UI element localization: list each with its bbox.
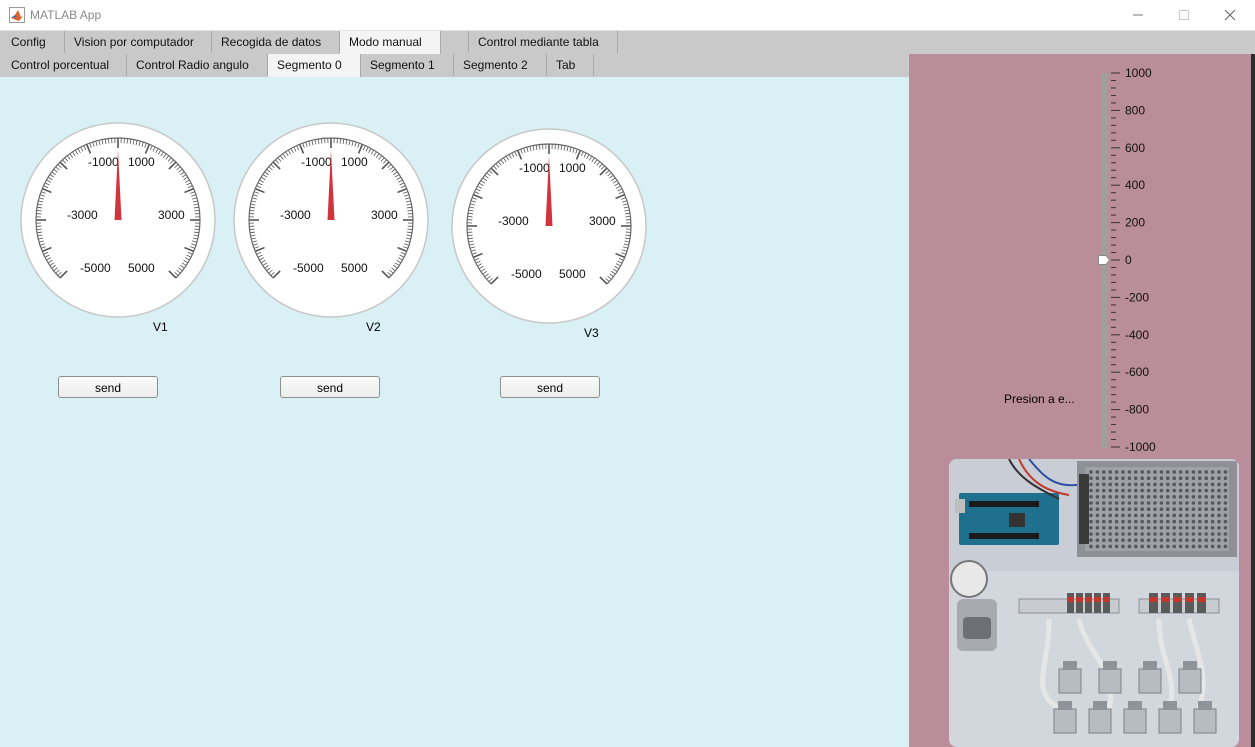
tab-label: Modo manual xyxy=(349,35,422,49)
slider-tick-label: 400 xyxy=(1125,178,1145,192)
slider-tick-label: -1000 xyxy=(1125,440,1156,454)
tab-control-porcentual[interactable]: Control porcentual xyxy=(2,54,127,76)
tab-label: Segmento 2 xyxy=(463,58,528,72)
gauge-v2: -5000 -3000 -1000 1000 3000 5000 xyxy=(231,120,431,320)
tab-config[interactable]: Config xyxy=(2,31,65,53)
tab-label: Control mediante tabla xyxy=(478,35,599,49)
slider-tick-label: 600 xyxy=(1125,141,1145,155)
gauge-tick-label: -1000 xyxy=(519,161,550,175)
close-button[interactable] xyxy=(1207,0,1253,30)
maximize-button[interactable] xyxy=(1161,0,1207,30)
tab-tab[interactable]: Tab xyxy=(547,54,594,76)
gauge-v1: -5000 -3000 -1000 1000 3000 5000 xyxy=(18,120,218,320)
send-button-v2[interactable]: send xyxy=(280,376,380,398)
gauge-tick-label: -5000 xyxy=(80,261,111,275)
gauge-dial: -5000 -3000 -1000 1000 3000 5000 xyxy=(233,122,429,318)
tab-vision-por-computador[interactable]: Vision por computador xyxy=(65,31,212,53)
slider-tick-label: -200 xyxy=(1125,290,1149,304)
tab-label: Recogida de datos xyxy=(221,35,322,49)
gauge-dial: -5000 -3000 -1000 1000 3000 5000 xyxy=(451,128,647,324)
gauge-tick-label: 5000 xyxy=(559,267,586,281)
tab-recogida-de-datos[interactable]: Recogida de datos xyxy=(212,31,340,53)
gauge-tick-label: 1000 xyxy=(559,161,586,175)
tab-segmento-2[interactable]: Segmento 2 xyxy=(454,54,547,76)
tab-label: Segmento 1 xyxy=(370,58,435,72)
board-photo-image xyxy=(949,459,1239,747)
gauge-tick-label: 1000 xyxy=(341,155,368,169)
tab-label: Vision por computador xyxy=(74,35,194,49)
minimize-button[interactable] xyxy=(1115,0,1161,30)
tab-segmento-0[interactable]: Segmento 0 xyxy=(268,54,361,77)
title-bar: MATLAB App xyxy=(0,0,1255,31)
gauge-tick-label: 3000 xyxy=(158,208,185,222)
gauge-dial: -5000 -3000 -1000 1000 3000 5000 xyxy=(20,122,216,318)
send-button-v3[interactable]: send xyxy=(500,376,600,398)
gauge-tick-label: -3000 xyxy=(280,208,311,222)
slider-tick-label: -400 xyxy=(1125,328,1149,342)
hardware-board-photo xyxy=(949,459,1239,747)
gauge-tick-label: -3000 xyxy=(498,214,529,228)
maximize-icon xyxy=(1179,10,1189,20)
matlab-logo-icon xyxy=(9,7,25,23)
tab-label: Segmento 0 xyxy=(277,58,342,72)
gauge-label-v2: V2 xyxy=(366,320,381,334)
gauge-tick-label: 1000 xyxy=(128,155,155,169)
gauge-tick-label: 5000 xyxy=(341,261,368,275)
tab-label: Config xyxy=(11,35,46,49)
gauge-tick-label: -1000 xyxy=(301,155,332,169)
tab-control-mediante-tabla[interactable]: Control mediante tabla xyxy=(469,31,618,53)
gauge-label-v3: V3 xyxy=(584,326,599,340)
slider-tick-label: 1000 xyxy=(1125,66,1152,80)
gauge-label-v1: V1 xyxy=(153,320,168,334)
tab-modo-manual[interactable]: Modo manual xyxy=(340,31,441,54)
pressure-slider-scale: 1000 800 600 400 200 0 -200 -400 -600 -800 -1000 xyxy=(1108,60,1168,460)
gauge-tick-label: -1000 xyxy=(88,155,119,169)
window-edge xyxy=(1251,54,1255,747)
slider-scale-svg: 1000 800 600 400 200 0 -200 -400 -600 -800 -1000 xyxy=(1111,66,1156,454)
tab-label: Control porcentual xyxy=(11,58,110,72)
tab-label: Control Radio angulo xyxy=(136,58,249,72)
slider-tick-label: 200 xyxy=(1125,216,1145,230)
gauge-tick-label: 3000 xyxy=(371,208,398,222)
pressure-label: Presion a e... xyxy=(1004,392,1075,406)
tab-label: Tab xyxy=(556,58,576,72)
slider-tick-label: -800 xyxy=(1125,403,1149,417)
gauge-v3: -5000 -3000 -1000 1000 3000 5000 xyxy=(449,126,649,326)
close-icon xyxy=(1224,9,1236,21)
send-button-v1[interactable]: send xyxy=(58,376,158,398)
gauge-tick-label: 3000 xyxy=(589,214,616,228)
minimize-icon xyxy=(1133,14,1143,16)
window-title: MATLAB App xyxy=(30,8,102,22)
gauge-tick-label: 5000 xyxy=(128,261,155,275)
gauge-tick-label: -5000 xyxy=(511,267,542,281)
slider-tick-label: -600 xyxy=(1125,365,1149,379)
tab-control-radio-angulo[interactable]: Control Radio angulo xyxy=(127,54,268,76)
sub-tab-bar: Control porcentual Control Radio angulo … xyxy=(0,54,909,77)
slider-tick-label: 800 xyxy=(1125,103,1145,117)
slider-tick-label: 0 xyxy=(1125,253,1132,267)
gauge-tick-label: -3000 xyxy=(67,208,98,222)
tab-segmento-1[interactable]: Segmento 1 xyxy=(361,54,454,76)
gauge-tick-label: -5000 xyxy=(293,261,324,275)
main-tab-bar: Config Vision por computador Recogida de… xyxy=(0,31,1255,54)
tab-unnamed[interactable] xyxy=(441,31,469,53)
